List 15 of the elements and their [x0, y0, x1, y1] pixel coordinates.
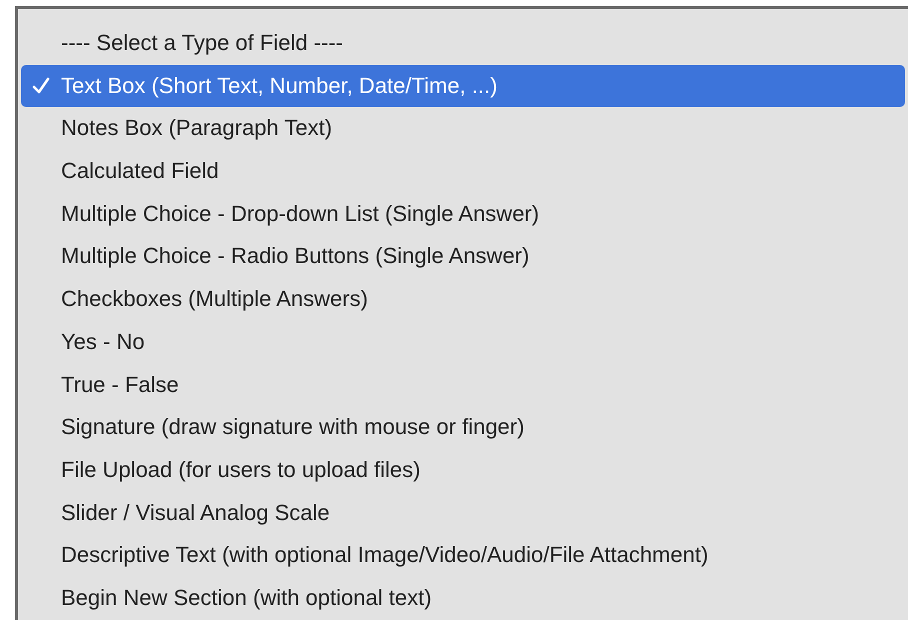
menu-item[interactable]: File Upload (for users to upload files) — [21, 448, 905, 492]
checkmark-icon — [31, 76, 51, 96]
menu-item[interactable]: Text Box (Short Text, Number, Date/Time, ...) — [21, 64, 905, 108]
menu-item[interactable]: Yes - No — [21, 320, 905, 364]
menu-item[interactable]: Notes Box (Paragraph Text) — [21, 107, 905, 150]
menu-item[interactable]: Begin New Section (with optional text) — [21, 576, 905, 620]
menu-item[interactable]: Descriptive Text (with optional Image/Video/Audio/File Attachment) — [21, 534, 905, 577]
menu-item[interactable]: Calculated Field — [21, 150, 905, 193]
menu-item[interactable]: True - False — [21, 364, 905, 406]
menu-item[interactable]: ---- Select a Type of Field ---- — [21, 22, 905, 65]
menu-item[interactable]: Multiple Choice - Radio Buttons (Single Answer) — [21, 235, 905, 278]
menu-item[interactable]: Multiple Choice - Drop-down List (Single Answer) — [21, 192, 905, 236]
menu-item[interactable]: Checkboxes (Multiple Answers) — [21, 278, 905, 321]
menu-item[interactable]: Slider / Visual Analog Scale — [21, 492, 905, 534]
menu-item[interactable]: Signature (draw signature with mouse or finger) — [21, 406, 905, 449]
